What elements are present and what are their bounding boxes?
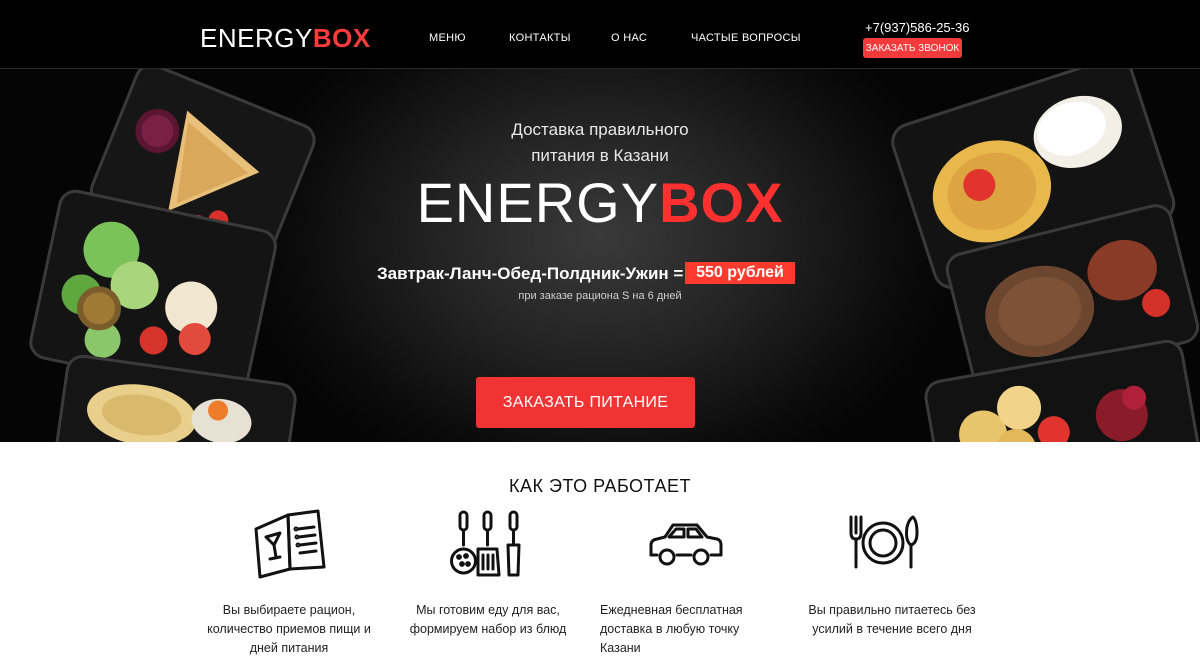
hero-logo: ENERGYBOX bbox=[0, 173, 1200, 233]
hero-subtitle: Доставка правильного питания в Казани bbox=[0, 117, 1200, 169]
nav-about[interactable]: О НАС bbox=[611, 32, 647, 44]
nav-menu[interactable]: МЕНЮ bbox=[429, 32, 466, 44]
plate-cutlery-icon bbox=[849, 515, 919, 569]
step-2-line2: формируем набор из блюд bbox=[409, 622, 567, 636]
how-it-works-title: КАК ЭТО РАБОТАЕТ bbox=[509, 476, 691, 496]
hero-logo-box: BOX bbox=[659, 171, 784, 234]
step-1-line3: дней питания bbox=[249, 641, 329, 655]
phone-number[interactable]: +7(937)586-25-36 bbox=[865, 20, 969, 35]
step-4-line2: усилий в течение всего дня bbox=[812, 622, 972, 636]
price-badge: 550 рублей bbox=[685, 262, 795, 284]
order-call-button[interactable]: ЗАКАЗАТЬ ЗВОНОК bbox=[863, 38, 962, 58]
step-4-text: Вы правильно питаетесь без усилий в тече… bbox=[782, 601, 1002, 639]
step-3-line2: доставка в любую точку bbox=[600, 622, 740, 636]
price-note: при заказе рациона S на 6 дней bbox=[518, 290, 682, 302]
step-3-text: Ежедневная бесплатная доставка в любую т… bbox=[572, 601, 790, 658]
step-2-text: Мы готовим еду для вас, формируем набор … bbox=[388, 601, 588, 639]
step-3-line3: Казани bbox=[600, 641, 641, 655]
hero-section: Доставка правильного питания в Казани EN… bbox=[0, 69, 1200, 442]
step-3-line1: Ежедневная бесплатная bbox=[600, 603, 743, 617]
car-icon bbox=[649, 523, 723, 566]
step-1-text: Вы выбираете рацион, количество приемов … bbox=[189, 601, 389, 658]
step-1-line2: количество приемов пищи и bbox=[207, 622, 371, 636]
hero-logo-energy: ENERGY bbox=[416, 171, 660, 234]
header-logo[interactable]: ENERGYBOX bbox=[200, 24, 371, 52]
step-1-line1: Вы выбираете рацион, bbox=[222, 603, 356, 617]
logo-energy-text: ENERGY bbox=[200, 23, 313, 53]
hero-subtitle-line1: Доставка правильного bbox=[511, 120, 689, 139]
kitchen-utensils-icon bbox=[450, 510, 521, 577]
nav-faq[interactable]: ЧАСТЫЕ ВОПРОСЫ bbox=[691, 32, 801, 44]
nav-contacts[interactable]: КОНТАКТЫ bbox=[509, 32, 571, 44]
order-food-button[interactable]: ЗАКАЗАТЬ ПИТАНИЕ bbox=[476, 377, 695, 428]
step-4-line1: Вы правильно питаетесь без bbox=[808, 603, 976, 617]
logo-box-text: BOX bbox=[312, 23, 371, 53]
hero-subtitle-line2: питания в Казани bbox=[531, 146, 669, 165]
site-header: ENERGYBOX МЕНЮ КОНТАКТЫ О НАС ЧАСТЫЕ ВОП… bbox=[0, 0, 1200, 69]
menu-book-icon bbox=[254, 509, 326, 579]
meals-text: Завтрак-Ланч-Обед-Полдник-Ужин = bbox=[377, 264, 684, 283]
step-2-line1: Мы готовим еду для вас, bbox=[416, 603, 560, 617]
